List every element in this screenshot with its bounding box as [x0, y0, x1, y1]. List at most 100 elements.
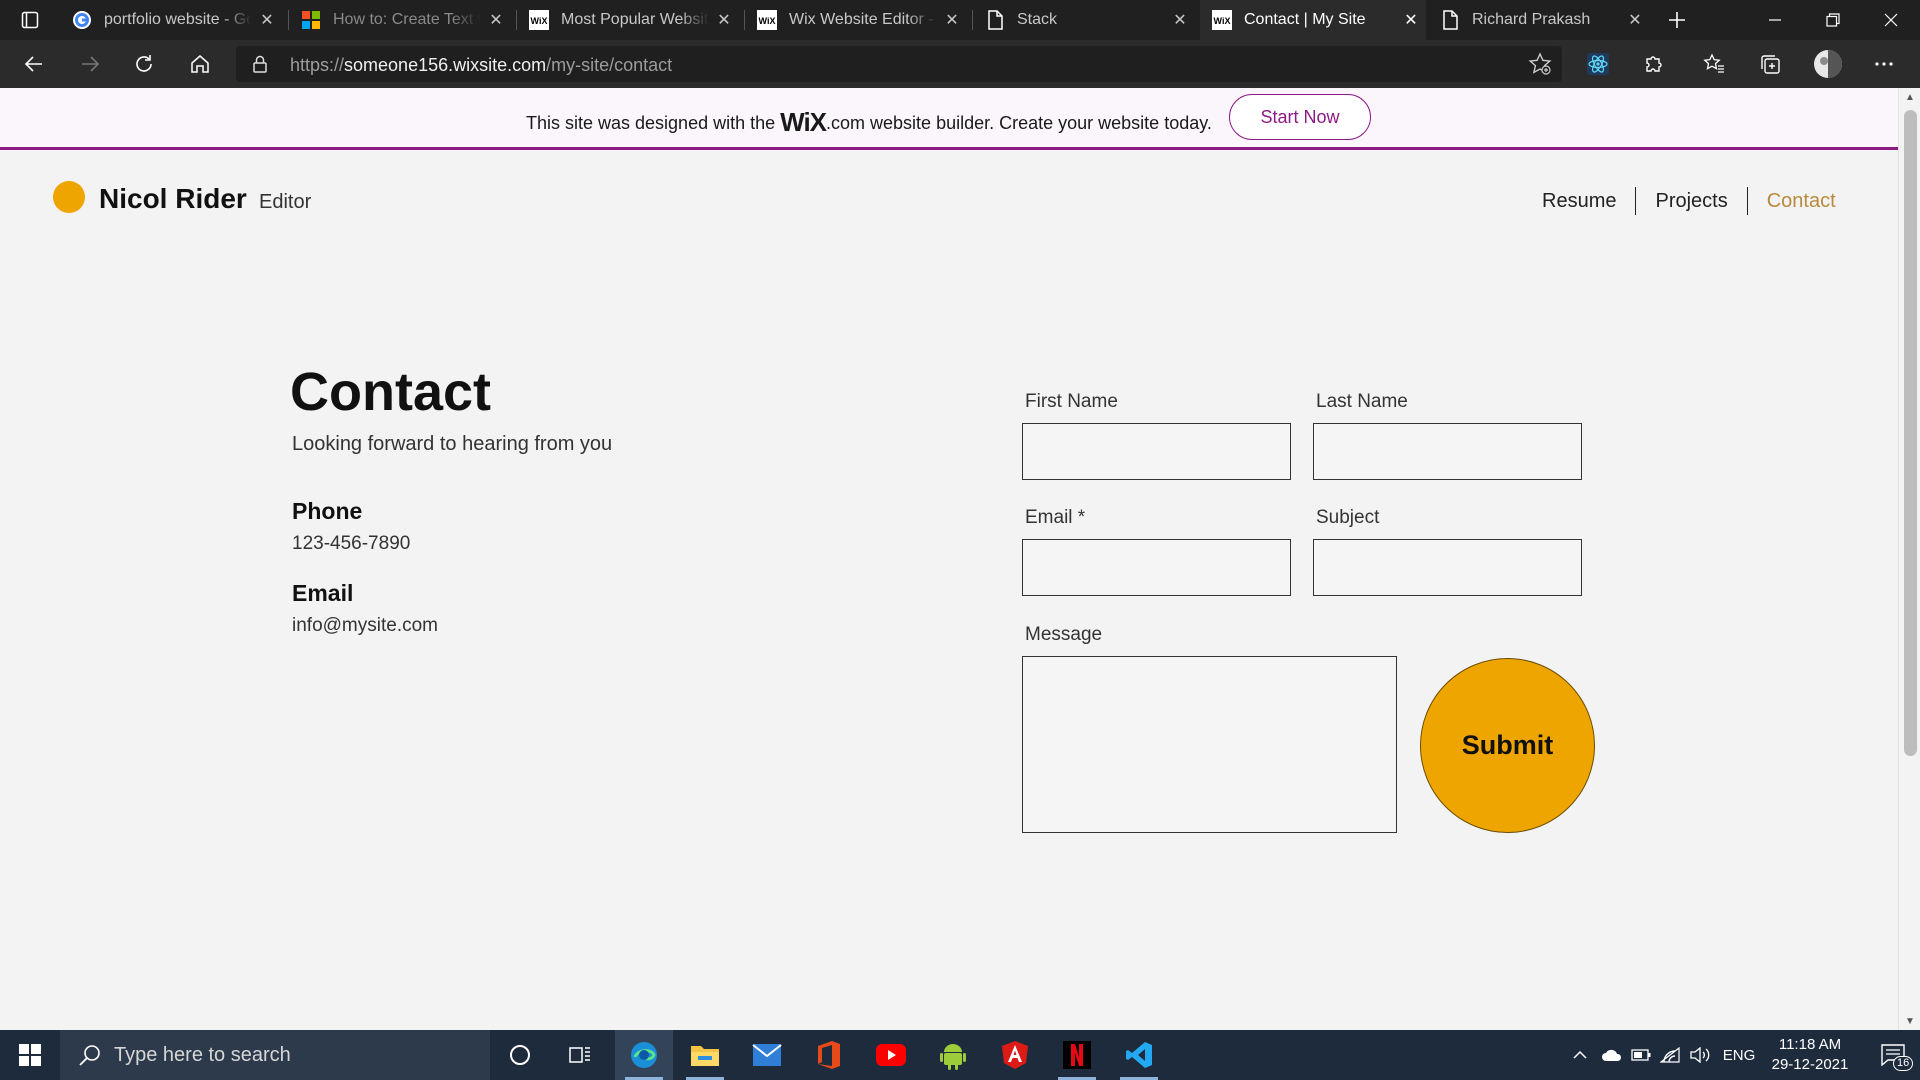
tab-stack[interactable]: Stack ✕ — [973, 0, 1195, 40]
svg-text:WiX: WiX — [759, 16, 776, 26]
tab-title: portfolio website - Go — [104, 11, 252, 28]
taskbar-office[interactable] — [800, 1030, 858, 1080]
arrow-right-icon — [82, 56, 100, 72]
clock-date: 29-12-2021 — [1771, 1056, 1849, 1073]
settings-menu-button[interactable] — [1864, 44, 1904, 84]
svg-text:WiX: WiX — [1214, 16, 1231, 26]
favorites-button[interactable] — [1694, 44, 1734, 84]
last-name-input[interactable] — [1313, 423, 1582, 480]
wix-icon: WiX — [1212, 10, 1232, 30]
taskbar-file-explorer[interactable] — [676, 1030, 734, 1080]
taskbar-android-studio[interactable] — [924, 1030, 982, 1080]
tab-title: How to: Create Text w — [333, 11, 481, 28]
react-devtools-extension[interactable] — [1578, 44, 1618, 84]
email-field-label: Email * — [1025, 507, 1086, 528]
start-button[interactable] — [0, 1030, 60, 1080]
tab-close-icon[interactable]: ✕ — [1165, 0, 1195, 40]
windows-taskbar: Type here to search ENG 11:18 AM 29-12-2… — [0, 1030, 1920, 1080]
scroll-up-icon[interactable]: ▲ — [1904, 92, 1916, 104]
taskbar-mail[interactable] — [738, 1030, 796, 1080]
tab-title: Stack — [1017, 11, 1058, 28]
tab-close-icon[interactable]: ✕ — [481, 0, 511, 40]
cloud-icon — [1602, 1049, 1622, 1061]
submit-button[interactable]: Submit — [1420, 658, 1595, 833]
home-button[interactable] — [180, 44, 220, 84]
lock-icon[interactable] — [250, 54, 270, 74]
taskbar-youtube[interactable] — [862, 1030, 920, 1080]
android-icon — [940, 1044, 966, 1070]
add-favorite-icon[interactable] — [1528, 52, 1552, 76]
restore-button[interactable] — [1804, 0, 1862, 40]
onedrive-tray[interactable] — [1598, 1030, 1626, 1080]
cortana-button[interactable] — [491, 1030, 549, 1080]
tab-portfolio-website[interactable]: portfolio website - Go ✕ — [60, 0, 282, 40]
back-button[interactable] — [14, 44, 54, 84]
subject-input[interactable] — [1313, 539, 1582, 596]
phone-label: Phone — [292, 498, 363, 524]
tray-overflow-button[interactable] — [1568, 1030, 1592, 1080]
email-input[interactable] — [1022, 539, 1291, 596]
tab-most-popular-website[interactable]: WiX Most Popular Website ✕ — [517, 0, 739, 40]
nav-link-projects[interactable]: Projects — [1635, 187, 1746, 215]
tab-close-icon[interactable]: ✕ — [1396, 0, 1426, 40]
task-view-button[interactable] — [551, 1030, 609, 1080]
nav-link-contact[interactable]: Contact — [1746, 187, 1855, 215]
taskbar-search[interactable]: Type here to search — [60, 1030, 490, 1080]
tab-contact-my-site[interactable]: WiX Contact | My Site ✕ — [1200, 0, 1426, 40]
close-window-button[interactable] — [1862, 0, 1920, 40]
wix-icon: WiX — [529, 10, 549, 30]
wix-logo: WiX — [780, 107, 827, 137]
tab-how-to-create-text[interactable]: How to: Create Text w ✕ — [289, 0, 511, 40]
tab-close-icon[interactable]: ✕ — [937, 0, 967, 40]
scrollbar-thumb[interactable] — [1904, 110, 1917, 756]
wifi-icon — [1660, 1047, 1680, 1063]
network-tray[interactable] — [1656, 1030, 1684, 1080]
minimize-icon — [1769, 19, 1781, 21]
react-icon — [1587, 53, 1609, 75]
vscode-icon — [1126, 1042, 1152, 1068]
angular-icon — [1002, 1041, 1028, 1069]
address-bar[interactable]: https://someone156.wixsite.com/my-site/c… — [236, 46, 1562, 82]
taskbar-vscode[interactable] — [1110, 1030, 1168, 1080]
collections-button[interactable] — [1750, 44, 1790, 84]
office-icon — [818, 1041, 840, 1069]
page-scrollbar[interactable]: ▲ ▼ — [1898, 88, 1920, 1030]
brand-name[interactable]: Nicol Rider — [99, 183, 247, 215]
notification-count-badge: 16 — [1893, 1056, 1914, 1071]
language-indicator[interactable]: ENG — [1718, 1030, 1760, 1080]
notification-center-button[interactable]: 16 — [1866, 1030, 1920, 1080]
page-title: Contact — [290, 362, 491, 422]
taskbar-edge[interactable] — [615, 1030, 673, 1080]
forward-button[interactable] — [70, 44, 110, 84]
tab-close-icon[interactable]: ✕ — [709, 0, 739, 40]
close-icon — [1884, 13, 1898, 27]
tab-close-icon[interactable]: ✕ — [1620, 0, 1650, 40]
message-textarea[interactable] — [1022, 656, 1397, 833]
first-name-label: First Name — [1025, 391, 1118, 412]
minimize-button[interactable] — [1746, 0, 1804, 40]
start-now-button[interactable]: Start Now — [1229, 94, 1371, 140]
profile-button[interactable] — [1808, 44, 1848, 84]
taskbar-angular[interactable] — [986, 1030, 1044, 1080]
tab-close-icon[interactable]: ✕ — [252, 0, 282, 40]
nav-link-resume[interactable]: Resume — [1523, 187, 1635, 215]
refresh-button[interactable] — [124, 44, 164, 84]
tab-wix-website-editor[interactable]: WiX Wix Website Editor - r ✕ — [745, 0, 967, 40]
new-tab-button[interactable] — [1660, 0, 1694, 40]
email-value[interactable]: info@mysite.com — [292, 615, 438, 637]
tab-title: Wix Website Editor - r — [789, 11, 937, 28]
tab-richard-prakash[interactable]: Richard Prakash ✕ — [1428, 0, 1650, 40]
subject-label: Subject — [1316, 507, 1380, 528]
tab-actions-icon — [21, 11, 39, 29]
volume-tray[interactable] — [1686, 1030, 1714, 1080]
battery-tray[interactable] — [1628, 1030, 1654, 1080]
tab-actions-button[interactable] — [0, 0, 60, 40]
first-name-input[interactable] — [1022, 423, 1291, 480]
taskbar-clock[interactable]: 11:18 AM 29-12-2021 — [1762, 1035, 1858, 1075]
netflix-icon — [1063, 1041, 1091, 1069]
extensions-button[interactable] — [1634, 44, 1674, 84]
mail-icon — [752, 1044, 782, 1066]
search-placeholder: Type here to search — [114, 1043, 291, 1066]
taskbar-netflix[interactable] — [1048, 1030, 1106, 1080]
scroll-down-icon[interactable]: ▼ — [1904, 1016, 1916, 1028]
